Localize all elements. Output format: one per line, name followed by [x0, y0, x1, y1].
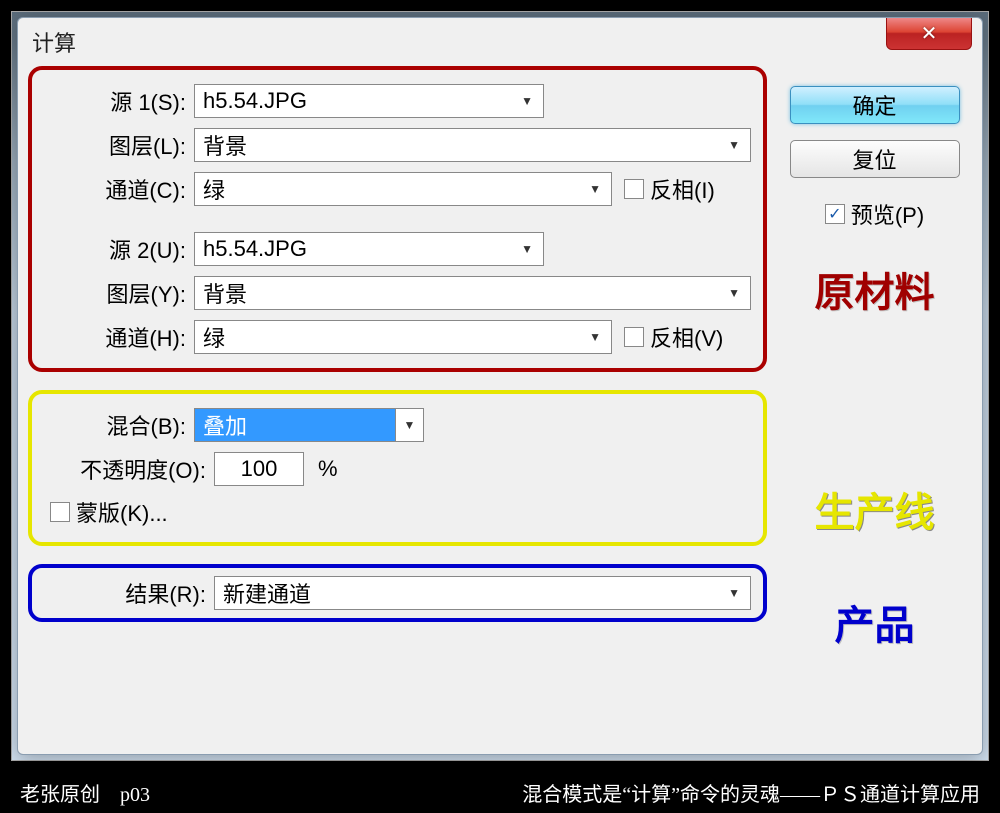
opacity-row: 不透明度(O): 100 % [44, 452, 751, 486]
source1-channel-label: 通道(C): [44, 173, 194, 205]
footer-left: 老张原创 p03 [20, 778, 150, 807]
chevron-down-icon: ▼ [589, 182, 601, 196]
source2-dropdown[interactable]: h5.54.JPG ▼ [194, 232, 544, 266]
result-label: 结果(R): [44, 577, 214, 609]
source1-row: 源 1(S): h5.54.JPG ▼ [44, 84, 751, 118]
title-bar: 计算 ✕ [18, 18, 982, 60]
source2-layer-value: 背景 [203, 277, 247, 309]
preview-row: ✓ 预览(P) [825, 198, 924, 230]
source2-channel-row: 通道(H): 绿 ▼ 反相(V) [44, 320, 751, 354]
source1-dropdown[interactable]: h5.54.JPG ▼ [194, 84, 544, 118]
dialog-body: 源 1(S): h5.54.JPG ▼ 图层(L): 背景 ▼ [18, 60, 982, 754]
sources-group: 源 1(S): h5.54.JPG ▼ 图层(L): 背景 ▼ [28, 66, 767, 372]
source1-value: h5.54.JPG [203, 88, 307, 114]
chevron-down-icon: ▼ [728, 138, 740, 152]
chevron-down-icon: ▼ [521, 242, 533, 256]
reset-label: 复位 [852, 143, 896, 175]
mask-row: 蒙版(K)... [44, 496, 751, 528]
opacity-value: 100 [241, 456, 278, 482]
close-icon: ✕ [921, 21, 938, 46]
close-button[interactable]: ✕ [886, 18, 972, 50]
source2-invert-checkbox[interactable] [624, 327, 644, 347]
chevron-down-icon: ▼ [728, 286, 740, 300]
source2-channel-label: 通道(H): [44, 321, 194, 353]
outer-frame: 思缘设计论坛 WWW.MISSYUAN.COM 计算 ✕ 源 1(S): h5.… [8, 8, 992, 764]
ok-button[interactable]: 确定 [790, 86, 960, 124]
calculations-dialog: 计算 ✕ 源 1(S): h5.54.JPG ▼ [17, 17, 983, 755]
annotation-production-line: 生产线 [815, 480, 935, 538]
source2-layer-row: 图层(Y): 背景 ▼ [44, 276, 751, 310]
source1-channel-row: 通道(C): 绿 ▼ 反相(I) [44, 172, 751, 206]
form-column: 源 1(S): h5.54.JPG ▼ 图层(L): 背景 ▼ [28, 66, 767, 744]
source2-value: h5.54.JPG [203, 236, 307, 262]
reset-button[interactable]: 复位 [790, 140, 960, 178]
source1-invert-wrap: 反相(I) [624, 173, 715, 205]
percent-sign: % [318, 456, 338, 482]
opacity-label: 不透明度(O): [44, 453, 214, 485]
source2-layer-label: 图层(Y): [44, 277, 194, 309]
chevron-down-icon: ▼ [728, 586, 740, 600]
chevron-down-icon: ▼ [521, 94, 533, 108]
mask-label: 蒙版(K)... [76, 496, 168, 528]
opacity-input[interactable]: 100 [214, 452, 304, 486]
annotation-product: 产品 [835, 593, 915, 651]
source2-invert-label: 反相(V) [650, 321, 723, 353]
source1-channel-value: 绿 [203, 173, 225, 205]
result-group: 结果(R): 新建通道 ▼ [28, 564, 767, 622]
source1-layer-dropdown[interactable]: 背景 ▼ [194, 128, 751, 162]
blending-group: 混合(B): 叠加 ▼ 不透明度(O): 100 % [28, 390, 767, 546]
annotation-raw-materials: 原材料 [815, 260, 935, 318]
source1-layer-label: 图层(L): [44, 129, 194, 161]
source1-invert-checkbox[interactable] [624, 179, 644, 199]
result-dropdown[interactable]: 新建通道 ▼ [214, 576, 751, 610]
source1-layer-row: 图层(L): 背景 ▼ [44, 128, 751, 162]
preview-checkbox[interactable]: ✓ [825, 204, 845, 224]
footer-right: 混合模式是“计算”命令的灵魂——ＰＳ通道计算应用 [522, 778, 980, 807]
source2-label: 源 2(U): [44, 233, 194, 265]
blend-label: 混合(B): [44, 409, 194, 441]
result-row: 结果(R): 新建通道 ▼ [44, 576, 751, 610]
dialog-title: 计算 [18, 18, 90, 66]
chevron-down-icon: ▼ [589, 330, 601, 344]
ok-label: 确定 [852, 89, 896, 121]
blend-mode-value: 叠加 [203, 409, 247, 441]
source1-channel-dropdown[interactable]: 绿 ▼ [194, 172, 612, 206]
blend-mode-dropdown[interactable]: 叠加 ▼ [194, 408, 424, 442]
source2-row: 源 2(U): h5.54.JPG ▼ [44, 232, 751, 266]
footer-bar: 老张原创 p03 混合模式是“计算”命令的灵魂——ＰＳ通道计算应用 [0, 771, 1000, 813]
blend-row: 混合(B): 叠加 ▼ [44, 408, 751, 442]
source1-label: 源 1(S): [44, 85, 194, 117]
source2-layer-dropdown[interactable]: 背景 ▼ [194, 276, 751, 310]
source1-layer-value: 背景 [203, 129, 247, 161]
preview-label: 预览(P) [851, 198, 924, 230]
source2-invert-wrap: 反相(V) [624, 321, 723, 353]
mask-checkbox[interactable] [50, 502, 70, 522]
source1-invert-label: 反相(I) [650, 173, 715, 205]
source2-channel-value: 绿 [203, 321, 225, 353]
result-value: 新建通道 [223, 577, 311, 609]
source2-channel-dropdown[interactable]: 绿 ▼ [194, 320, 612, 354]
chevron-down-icon: ▼ [395, 409, 423, 441]
side-column: 确定 复位 ✓ 预览(P) 原材料 生产线 产品 [777, 66, 972, 744]
divider [44, 216, 751, 232]
